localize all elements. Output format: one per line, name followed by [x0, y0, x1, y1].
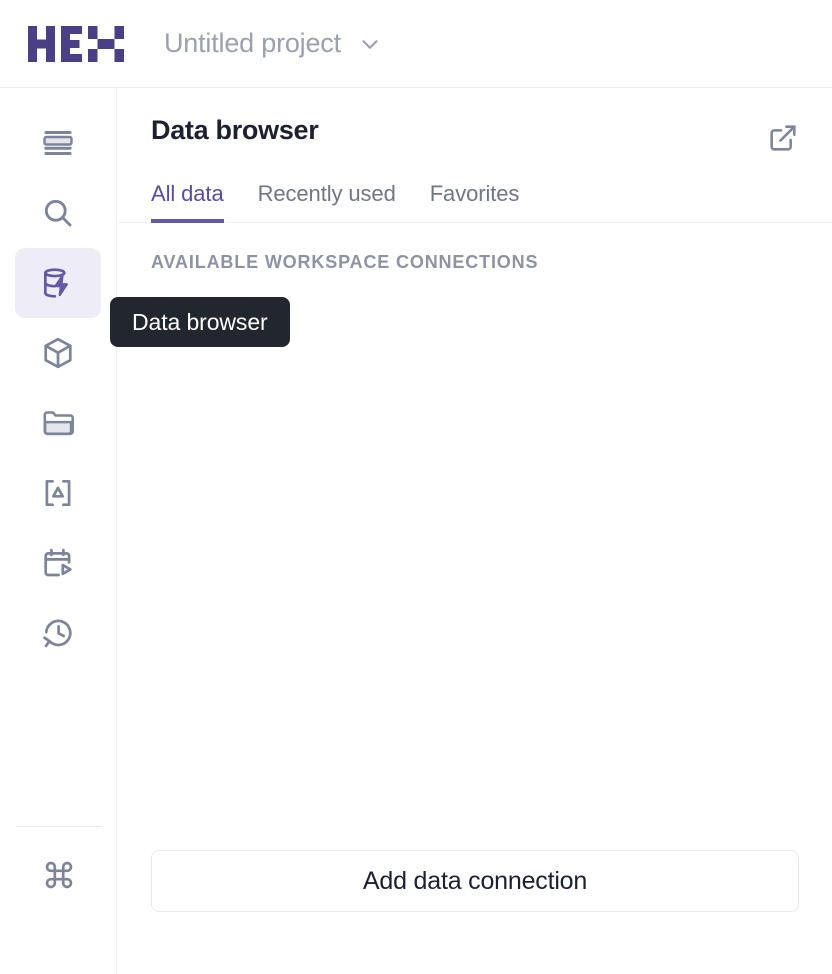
rail-divider: [16, 826, 102, 827]
panel-footer: Add data connection: [118, 850, 832, 974]
calendar-play-icon: [40, 545, 76, 581]
cube-icon: [40, 335, 76, 371]
project-title: Untitled project: [164, 28, 341, 59]
external-link-icon[interactable]: [766, 121, 800, 155]
outline-list-icon: [40, 125, 76, 161]
tab-favorites[interactable]: Favorites: [430, 181, 520, 223]
sidebar-item-command-palette[interactable]: [16, 840, 102, 910]
folder-icon: [40, 405, 76, 441]
project-title-dropdown[interactable]: Untitled project: [164, 28, 383, 59]
clock-history-icon: [40, 615, 76, 651]
tab-recently-used[interactable]: Recently used: [258, 181, 396, 223]
left-rail-bottom: [0, 813, 117, 910]
sidebar-item-search[interactable]: [15, 178, 101, 248]
command-key-icon: [41, 857, 77, 893]
sidebar-item-version-history[interactable]: [15, 598, 101, 668]
sidebar-item-files[interactable]: [15, 388, 101, 458]
sidebar-item-outline[interactable]: [15, 108, 101, 178]
add-data-connection-button[interactable]: Add data connection: [151, 850, 799, 912]
sidebar-item-scheduled-runs[interactable]: [15, 528, 101, 598]
database-lightning-icon: [39, 264, 77, 302]
data-browser-panel: Data browser All data Recently used Favo…: [118, 88, 832, 974]
brackets-triangle-icon: [40, 475, 76, 511]
hex-logo[interactable]: HEX: [28, 26, 124, 62]
sidebar-item-package-manager[interactable]: [15, 318, 101, 388]
tab-all-data[interactable]: All data: [151, 181, 224, 223]
tooltip-data-browser: Data browser: [110, 297, 290, 347]
top-bar: HEX Untitled project: [0, 0, 832, 88]
panel-header: Data browser: [118, 88, 832, 155]
chevron-down-icon[interactable]: [357, 31, 383, 57]
sidebar-item-data-browser[interactable]: [15, 248, 101, 318]
search-icon: [40, 195, 76, 231]
hex-logo-mark: [28, 26, 124, 62]
sidebar-item-variables[interactable]: [15, 458, 101, 528]
page-title: Data browser: [151, 115, 318, 146]
panel-tabs: All data Recently used Favorites: [118, 181, 832, 223]
connections-list-empty: [118, 273, 832, 850]
left-rail: [0, 88, 117, 974]
available-connections-label: AVAILABLE WORKSPACE CONNECTIONS: [151, 252, 832, 273]
